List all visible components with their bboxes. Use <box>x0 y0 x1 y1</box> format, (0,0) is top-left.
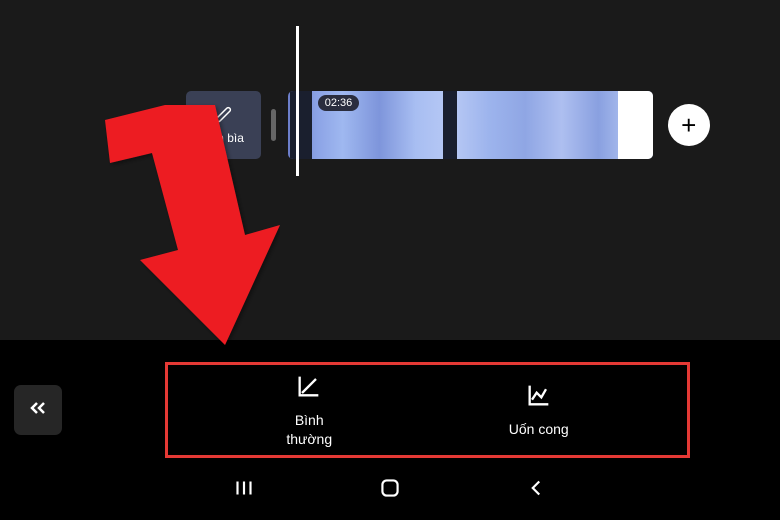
clip-thumb-start <box>290 91 312 159</box>
recents-icon <box>231 475 257 506</box>
back-button[interactable] <box>14 385 62 435</box>
curve-graph-icon <box>525 381 553 414</box>
speaker-icon <box>130 113 150 138</box>
timeline-container: anh Ảnh bìa 02:36 + <box>130 85 780 165</box>
bottom-toolbar: Bình thường Uốn cong <box>0 360 780 460</box>
clip-timestamp: 02:36 <box>318 95 360 111</box>
editor-main-area: anh Ảnh bìa 02:36 + <box>0 0 780 340</box>
playhead-area: 02:36 + <box>271 91 710 159</box>
video-clip-strip[interactable]: 02:36 <box>288 91 653 159</box>
home-icon <box>377 475 403 506</box>
drag-handle[interactable] <box>271 109 276 141</box>
clip-thumb-mid <box>443 91 457 159</box>
back-chevron-icon <box>523 475 549 506</box>
recents-button[interactable] <box>231 475 257 506</box>
edit-icon <box>214 106 232 127</box>
system-navigation-bar <box>0 470 780 510</box>
cover-image-tile[interactable]: Ảnh bìa <box>186 91 261 159</box>
home-button[interactable] <box>377 475 403 506</box>
cover-tile-label: Ảnh bìa <box>203 131 244 145</box>
linear-graph-icon <box>295 372 323 405</box>
curve-speed-option[interactable]: Uốn cong <box>509 381 569 438</box>
volume-control[interactable]: anh <box>130 113 176 138</box>
clip-end-marker <box>618 91 653 159</box>
normal-option-label: Bình thường <box>286 411 332 447</box>
chevron-double-left-icon <box>26 396 50 425</box>
add-clip-button[interactable]: + <box>668 104 710 146</box>
playhead-line[interactable] <box>296 26 299 176</box>
system-back-button[interactable] <box>523 475 549 506</box>
volume-label: anh <box>154 118 176 133</box>
plus-icon: + <box>681 110 696 141</box>
normal-speed-option[interactable]: Bình thường <box>286 372 332 447</box>
highlight-annotation-box: Bình thường Uốn cong <box>165 362 690 458</box>
curve-option-label: Uốn cong <box>509 420 569 438</box>
